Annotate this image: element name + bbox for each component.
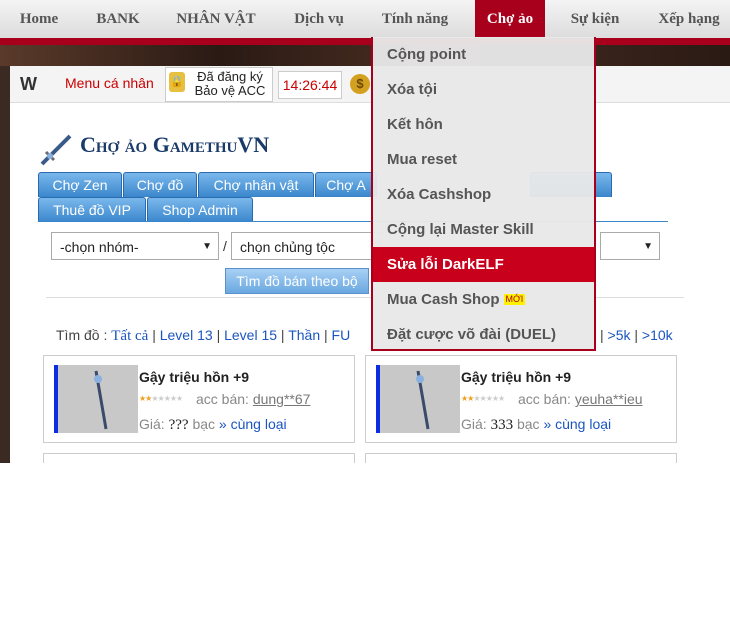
user-toolbar: W Menu cá nhân 🔒 Đã đăng ký Bảo vệ ACC 14… [10,66,730,103]
item-price: Giá: 333 bạc » cùng loại [461,416,612,433]
level-15-link[interactable]: Level 15 [224,327,277,343]
level-filter-label: Tìm đồ : [56,327,108,343]
item-card[interactable] [43,453,355,463]
dd-item-ket-hon[interactable]: Kết hôn [373,107,594,142]
dd-item-xoa-cashshop[interactable]: Xóa Cashshop [373,177,594,212]
clock: 14:26:44 [278,71,342,99]
same-type-link[interactable]: » cùng loại [219,416,287,432]
rating-stars: ★★★★★★★ [139,394,183,403]
dd-item-master-skill[interactable]: Cộng lại Master Skill [373,212,594,247]
nav-dich-vu[interactable]: Dịch vụ [282,0,356,38]
item-name[interactable]: Gậy triệu hồn +9 [461,369,571,385]
level-13-link[interactable]: Level 13 [160,327,213,343]
cho-ao-dropdown-menu: Cộng point Xóa tội Kết hôn Mua reset Xóa… [371,37,596,351]
tab-shop-admin[interactable]: Shop Admin [147,197,253,222]
dd-item-xoa-toi[interactable]: Xóa tội [373,72,594,107]
seller-link[interactable]: dung**67 [253,391,311,407]
item-seller: acc bán: dung**67 [196,391,311,407]
lock-icon: 🔒 [169,72,185,92]
nav-home[interactable]: Home [8,0,70,38]
nav-su-kien[interactable]: Sự kiện [560,0,630,38]
race-select[interactable]: chọn chủng tộc [231,232,381,260]
tab-cho-do[interactable]: Chợ đồ [123,172,197,197]
chevron-down-icon: ▼ [202,241,212,252]
chevron-down-icon: ▼ [643,241,653,252]
item-card[interactable]: Gậy triệu hồn +9 ★★★★★★★ acc bán: dung**… [43,355,355,443]
item-seller: acc bán: yeuha**ieu [518,391,643,407]
browser-frame: Home BANK NHÂN VẬT Dịch vụ Tính năng Chợ… [0,0,730,463]
nav-underline [0,38,730,45]
tab-cho-nhan-vat[interactable]: Chợ nhân vật [198,172,314,197]
menu-personal-link[interactable]: Menu cá nhân [65,75,154,91]
money-bag-icon[interactable]: $ [350,74,370,94]
nav-tinh-nang[interactable]: Tính năng [372,0,458,38]
item-price: Giá: ??? bạc » cùng loại [139,416,287,433]
item-thumbnail[interactable] [54,365,138,433]
tab-cho-zen[interactable]: Chợ Zen [38,172,122,197]
level-10k-link[interactable]: >10k [642,327,673,343]
level-fu-link[interactable]: FU [332,327,351,343]
nav-nhan-vat[interactable]: NHÂN VẬT [166,0,266,38]
page-title: Chợ ảo GamethuVN [80,132,270,157]
acc-protect-label: Đã đăng ký Bảo vệ ACC [194,69,266,98]
main-nav: Home BANK NHÂN VẬT Dịch vụ Tính năng Chợ… [0,0,730,39]
tab-thue-do-vip[interactable]: Thuê đồ VIP [38,197,146,222]
item-thumbnail[interactable] [376,365,460,433]
w-logo-icon[interactable]: W [20,74,37,95]
item-name[interactable]: Gậy triệu hồn +9 [139,369,249,385]
same-type-link[interactable]: » cùng loại [543,416,611,432]
dd-item-sua-loi-darkelf[interactable]: Sửa lỗi DarkELF [373,247,594,282]
seller-link[interactable]: yeuha**ieu [575,391,643,407]
staff-icon [416,370,430,430]
search-by-set-button[interactable]: Tìm đồ bán theo bộ [225,268,369,294]
dd-item-cong-point[interactable]: Cộng point [373,37,594,72]
header-banner [0,44,730,66]
item-card[interactable]: Gậy triệu hồn +9 ★★★★★★★ acc bán: yeuha*… [365,355,677,443]
dd-item-mua-reset[interactable]: Mua reset [373,142,594,177]
item-card[interactable] [365,453,677,463]
nav-bank[interactable]: BANK [86,0,150,38]
sword-logo-icon [40,134,72,166]
nav-cho-ao[interactable]: Chợ ảo [475,0,545,37]
dd-item-dat-cuoc[interactable]: Đặt cược võ đài (DUEL) [373,317,594,352]
level-than-link[interactable]: Thần [288,327,320,343]
tab-cho-a[interactable]: Chợ A [315,172,377,197]
extra-select[interactable]: ▼ [600,232,660,260]
select-separator: / [223,238,227,254]
staff-icon [94,370,108,430]
main-content: W Menu cá nhân 🔒 Đã đăng ký Bảo vệ ACC 14… [10,66,730,463]
dd-item-mua-cash-shop[interactable]: Mua Cash Shop MỚI [373,282,594,317]
level-filter: Tìm đồ : Tất cả | Level 13 | Level 15 | … [56,327,351,344]
level-filter-tail: | >5k | >10k [600,327,673,343]
level-all-link[interactable]: Tất cả [111,328,148,344]
rating-stars: ★★★★★★★ [461,394,505,403]
level-5k-link[interactable]: >5k [608,327,631,343]
nav-xep-hang[interactable]: Xếp hạng [648,0,730,38]
new-badge: MỚI [503,294,526,305]
acc-protect-box[interactable]: 🔒 Đã đăng ký Bảo vệ ACC [165,67,273,102]
group-select[interactable]: -chọn nhóm- ▼ [51,232,219,260]
